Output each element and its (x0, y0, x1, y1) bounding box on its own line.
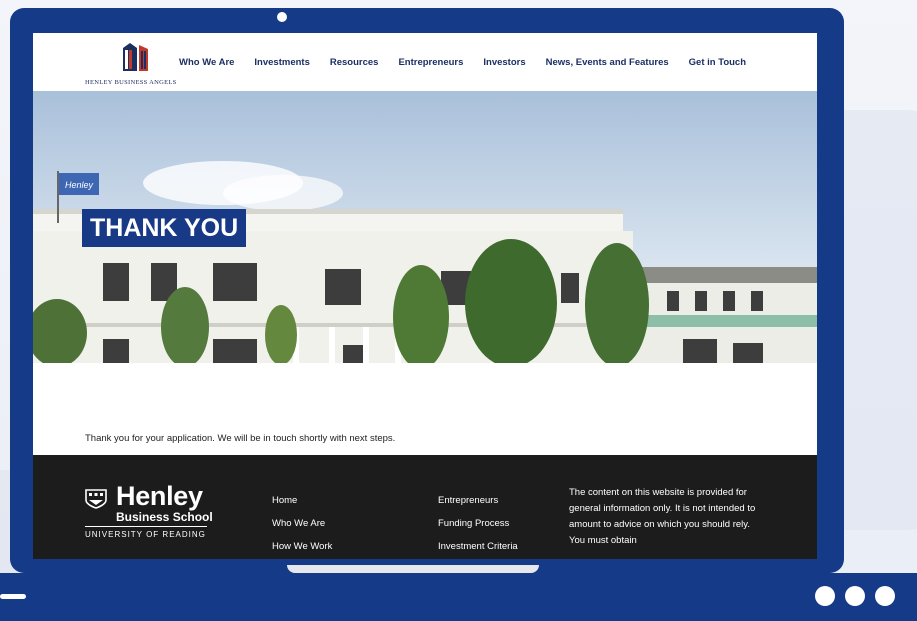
footer-logo-university: UNIVERSITY OF READING (85, 530, 206, 539)
logo-text: HENLEY BUSINESS ANGELS (85, 79, 177, 86)
nav-item-resources[interactable]: Resources (330, 57, 379, 68)
footer-link-entrepreneurs[interactable]: Entrepreneurs (438, 495, 518, 506)
nav-item-investments[interactable]: Investments (254, 57, 309, 68)
shield-icon (85, 489, 107, 509)
hero-title: THANK YOU (82, 209, 247, 247)
nav-item-entrepreneurs[interactable]: Entrepreneurs (398, 57, 463, 68)
logo-mark-icon (123, 43, 148, 71)
dot-icon (815, 586, 835, 606)
site-footer: Henley Business School UNIVERSITY OF REA… (33, 455, 817, 559)
main-nav: Who We Are Investments Resources Entrepr… (179, 57, 746, 68)
thank-you-message: Thank you for your application. We will … (85, 433, 396, 444)
nav-item-news-events[interactable]: News, Events and Features (546, 57, 669, 68)
more-dots-icon[interactable] (815, 586, 895, 606)
footer-links-col2: Entrepreneurs Funding Process Investment… (438, 495, 518, 559)
footer-link-how-we-work[interactable]: How We Work (272, 541, 332, 552)
dot-icon (875, 586, 895, 606)
site-header: HENLEY BUSINESS ANGELS Who We Are Invest… (33, 33, 817, 91)
nav-item-get-in-touch[interactable]: Get in Touch (689, 57, 746, 68)
hero-banner: Henley THANK YOU (33, 91, 817, 363)
footer-link-home[interactable]: Home (272, 495, 332, 506)
bottom-band (0, 573, 917, 621)
dot-icon (845, 586, 865, 606)
footer-logo-name: Henley (116, 481, 203, 511)
laptop-notch (287, 565, 539, 573)
laptop-frame: HENLEY BUSINESS ANGELS Who We Are Invest… (10, 8, 844, 573)
nav-item-investors[interactable]: Investors (483, 57, 525, 68)
website-screen: HENLEY BUSINESS ANGELS Who We Are Invest… (33, 33, 817, 559)
flag-text: Henley (65, 180, 94, 190)
footer-logo-school: Business School (116, 510, 213, 524)
footer-link-investment-criteria[interactable]: Investment Criteria (438, 541, 518, 552)
dash-icon (0, 594, 26, 599)
nav-item-who-we-are[interactable]: Who We Are (179, 57, 234, 68)
footer-links-col1: Home Who We Are How We Work (272, 495, 332, 559)
footer-disclaimer: The content on this website is provided … (569, 487, 756, 546)
footer-link-funding-process[interactable]: Funding Process (438, 518, 518, 529)
footer-logo-divider (85, 526, 207, 527)
footer-link-who-we-are[interactable]: Who We Are (272, 518, 332, 529)
camera-icon (277, 12, 287, 22)
